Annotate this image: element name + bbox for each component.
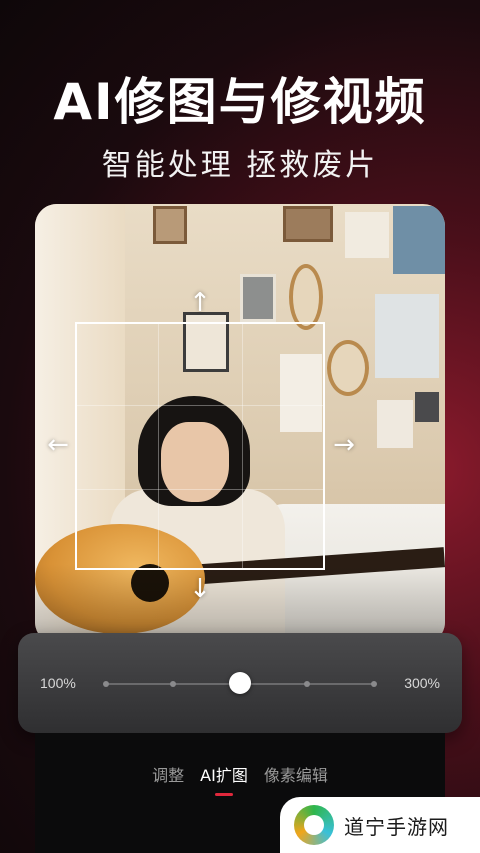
slider-tick-dot	[304, 681, 310, 687]
wall-mirror	[327, 340, 369, 396]
wall-poster	[377, 400, 413, 448]
watermark-text: 道宁手游网	[344, 814, 449, 839]
expand-right-arrow-icon[interactable]: →	[329, 432, 359, 462]
slider-min-label: 100%	[40, 675, 76, 691]
wall-frame	[153, 206, 187, 244]
slider-tick-dot	[170, 681, 176, 687]
slider-tick-dot	[103, 681, 109, 687]
wall-poster	[345, 212, 389, 258]
crop-grid-line	[77, 489, 323, 490]
scale-slider-thumb[interactable]	[229, 672, 251, 694]
photo-shadow	[35, 564, 445, 644]
site-watermark: 道宁手游网	[280, 797, 480, 853]
edit-mode-tabs: 调整 AI扩图 像素编辑	[0, 762, 480, 796]
tab-1[interactable]: AI扩图	[200, 762, 248, 796]
expand-left-arrow-icon[interactable]: ←	[43, 432, 73, 462]
expand-down-arrow-icon[interactable]: ↓	[185, 576, 215, 606]
tab-0[interactable]: 调整	[152, 762, 184, 796]
crop-frame[interactable]	[75, 322, 325, 570]
wall-clock	[289, 264, 323, 330]
slider-tick-dot	[371, 681, 377, 687]
wall-poster	[415, 392, 439, 422]
expand-up-arrow-icon[interactable]: ↑	[185, 290, 215, 320]
site-logo-icon	[294, 805, 334, 845]
wall-poster	[393, 206, 445, 274]
tab-2[interactable]: 像素编辑	[264, 762, 328, 796]
wall-frame	[283, 206, 333, 242]
crop-grid-line	[158, 324, 159, 568]
scale-slider-panel: 100% 300%	[18, 633, 462, 733]
crop-grid-line	[242, 324, 243, 568]
wall-poster	[375, 294, 439, 378]
crop-grid-line	[77, 405, 323, 406]
subheadline: 智能处理 拯救废片	[101, 148, 379, 183]
slider-max-label: 300%	[404, 675, 440, 691]
headline: AI修图与修视频	[53, 73, 427, 131]
wall-frame	[240, 274, 276, 322]
